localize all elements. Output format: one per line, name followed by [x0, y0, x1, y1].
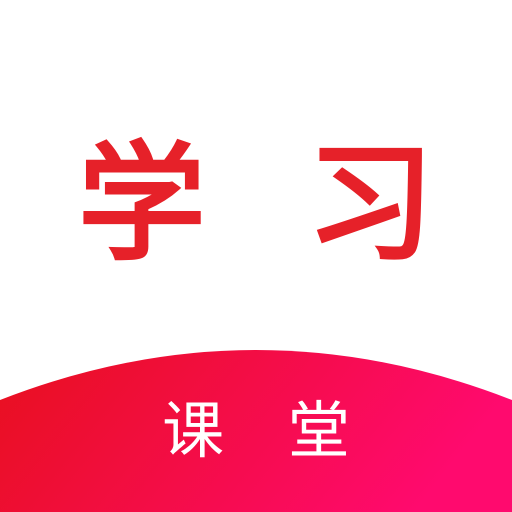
app-icon: 学 习 课 堂 — [0, 0, 512, 512]
app-subtitle: 课 堂 — [162, 394, 372, 467]
